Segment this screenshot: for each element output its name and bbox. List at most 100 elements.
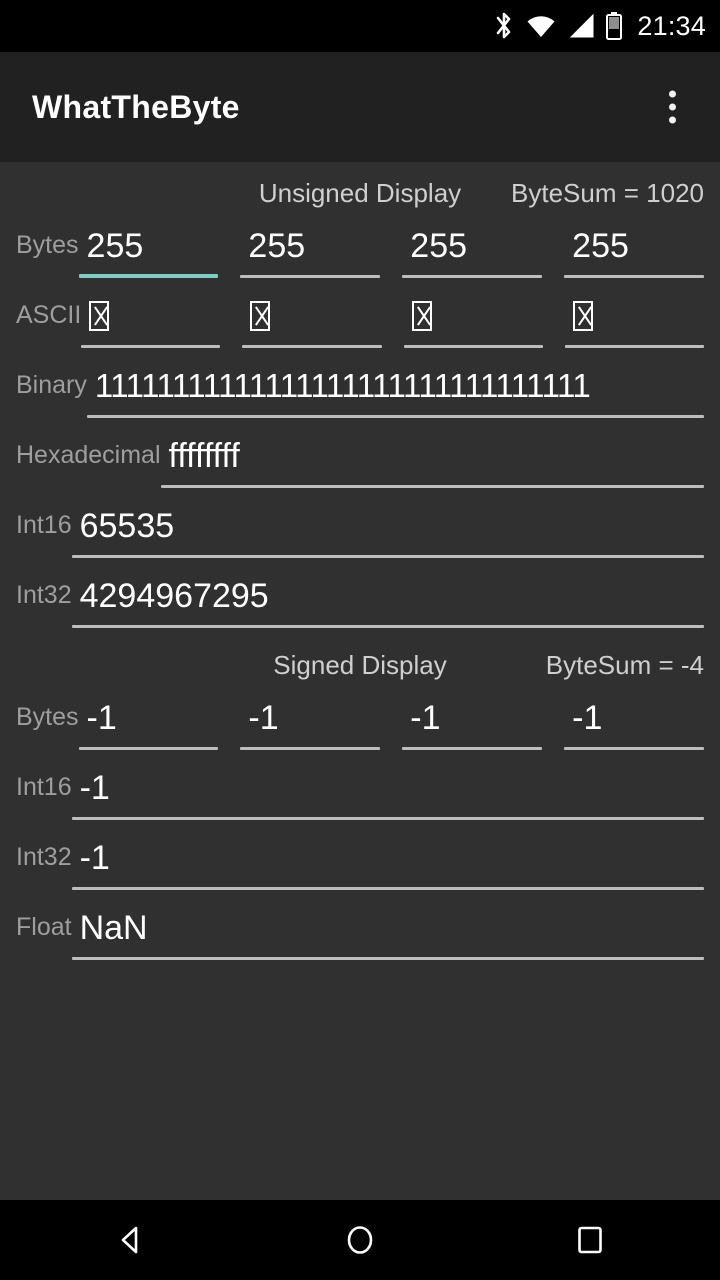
float-cells: NaN: [71, 904, 720, 968]
row-signed-int32: Int32 -1: [0, 834, 720, 898]
float-value: NaN: [79, 909, 148, 947]
signed-byte-value-3: -1: [572, 699, 603, 737]
signed-bytes-cells: -1 -1 -1 -1: [78, 694, 720, 758]
unsigned-byte-field-0[interactable]: 255: [78, 222, 219, 286]
ascii-value-1: [242, 292, 381, 340]
hexadecimal-field[interactable]: ffffffff: [160, 432, 704, 496]
missing-glyph-icon: [411, 301, 432, 331]
missing-glyph-icon: [89, 301, 110, 331]
signed-byte-field-1[interactable]: -1: [240, 694, 381, 758]
binary-value: 11111111111111111111111111111111: [94, 367, 591, 404]
unsigned-byte-field-1[interactable]: 255: [240, 222, 381, 286]
hexadecimal-value: ffffffff: [168, 437, 240, 475]
field-underline: [86, 415, 704, 418]
unsigned-byte-value-3: 255: [572, 227, 629, 265]
row-binary: Binary 11111111111111111111111111111111: [0, 362, 720, 426]
field-underline: [71, 555, 704, 558]
field-underline: [78, 747, 219, 750]
field-underline: [402, 747, 543, 750]
row-label-ascii: ASCII: [16, 301, 82, 329]
binary-field[interactable]: 11111111111111111111111111111111: [86, 362, 704, 426]
row-label-int16: Int16: [16, 511, 72, 539]
overflow-menu-icon[interactable]: [661, 83, 684, 132]
back-button[interactable]: [95, 1205, 165, 1275]
overflow-dot: [669, 103, 676, 111]
field-underline: [402, 275, 543, 278]
app-title: WhatTheByte: [32, 88, 240, 125]
wifi-icon: [526, 13, 556, 39]
row-signed-bytes: Bytes -1 -1 -1 -1: [0, 694, 720, 758]
signed-byte-value-0: -1: [86, 699, 117, 737]
row-label-bytes: Bytes: [16, 703, 79, 731]
row-label-int32: Int32: [16, 581, 72, 609]
ascii-field-2[interactable]: [403, 292, 543, 356]
ascii-value-2: [404, 292, 543, 340]
unsigned-section-header: Unsigned Display ByteSum = 1020: [0, 176, 720, 222]
signed-bytesum: ByteSum = -4: [545, 650, 704, 680]
content-area: Unsigned Display ByteSum = 1020 Bytes 25…: [0, 162, 720, 1200]
field-underline: [71, 957, 704, 960]
app-root: 21:34 WhatTheByte Unsigned Display ByteS…: [0, 0, 720, 1280]
row-label-binary: Binary: [16, 371, 87, 399]
ascii-field-0[interactable]: [81, 292, 221, 356]
row-ascii: ASCII: [0, 292, 720, 356]
hexadecimal-cells: ffffffff: [160, 432, 720, 496]
unsigned-bytes-cells: 255 255 255 255: [78, 222, 720, 286]
row-label-int32: Int32: [16, 843, 72, 871]
unsigned-byte-field-2[interactable]: 255: [402, 222, 543, 286]
row-hexadecimal: Hexadecimal ffffffff: [0, 432, 720, 496]
binary-cells: 11111111111111111111111111111111: [86, 362, 720, 426]
field-underline: [240, 747, 381, 750]
signed-byte-field-2[interactable]: -1: [402, 694, 543, 758]
field-underline: [564, 345, 704, 348]
unsigned-int32-field[interactable]: 4294967295: [71, 572, 704, 636]
float-field[interactable]: NaN: [71, 904, 704, 968]
bluetooth-icon: [493, 11, 515, 41]
row-label-int16: Int16: [16, 773, 72, 801]
unsigned-int32-value: 4294967295: [79, 577, 269, 615]
unsigned-byte-value-0: 255: [86, 227, 144, 265]
signed-byte-value-2: -1: [410, 699, 441, 737]
row-float: Float NaN: [0, 904, 720, 968]
field-underline: [242, 345, 382, 348]
signed-int32-value: -1: [79, 839, 110, 877]
recents-button[interactable]: [555, 1205, 625, 1275]
unsigned-byte-field-3[interactable]: 255: [564, 222, 705, 286]
row-signed-int16: Int16 -1: [0, 764, 720, 828]
ascii-field-3[interactable]: [564, 292, 704, 356]
unsigned-bytesum: ByteSum = 1020: [511, 178, 704, 208]
field-underline: [71, 625, 704, 628]
unsigned-int32-cells: 4294967295: [71, 572, 720, 636]
signed-byte-field-3[interactable]: -1: [564, 694, 705, 758]
signed-int16-value: -1: [79, 769, 110, 807]
signed-byte-field-0[interactable]: -1: [78, 694, 219, 758]
signed-int32-cells: -1: [71, 834, 720, 898]
field-underline: [564, 747, 705, 750]
unsigned-int16-value: 65535: [79, 507, 175, 545]
signed-int32-field[interactable]: -1: [71, 834, 704, 898]
home-button[interactable]: [325, 1205, 395, 1275]
battery-icon: [606, 12, 623, 40]
unsigned-byte-value-1: 255: [248, 227, 306, 265]
field-underline: [71, 817, 704, 820]
unsigned-byte-value-2: 255: [410, 227, 468, 265]
ascii-field-1[interactable]: [242, 292, 382, 356]
field-underline: [403, 345, 543, 348]
field-underline: [160, 485, 704, 488]
field-underline: [81, 345, 221, 348]
navigation-bar: [0, 1200, 720, 1280]
ascii-value-0: [81, 292, 220, 340]
field-underline: [240, 275, 381, 278]
field-underline: [564, 275, 705, 278]
row-unsigned-int16: Int16 65535: [0, 502, 720, 566]
overflow-dot: [669, 116, 676, 124]
signed-int16-cells: -1: [71, 764, 720, 828]
signed-int16-field[interactable]: -1: [71, 764, 704, 828]
field-underline: [71, 887, 704, 890]
cell-signal-icon: [567, 13, 595, 39]
status-time: 21:34: [637, 10, 706, 41]
row-unsigned-bytes: Bytes 255 255 255 255: [0, 222, 720, 286]
unsigned-int16-field[interactable]: 65535: [71, 502, 704, 566]
signed-section-header: Signed Display ByteSum = -4: [0, 648, 720, 694]
row-label-float: Float: [16, 913, 72, 941]
